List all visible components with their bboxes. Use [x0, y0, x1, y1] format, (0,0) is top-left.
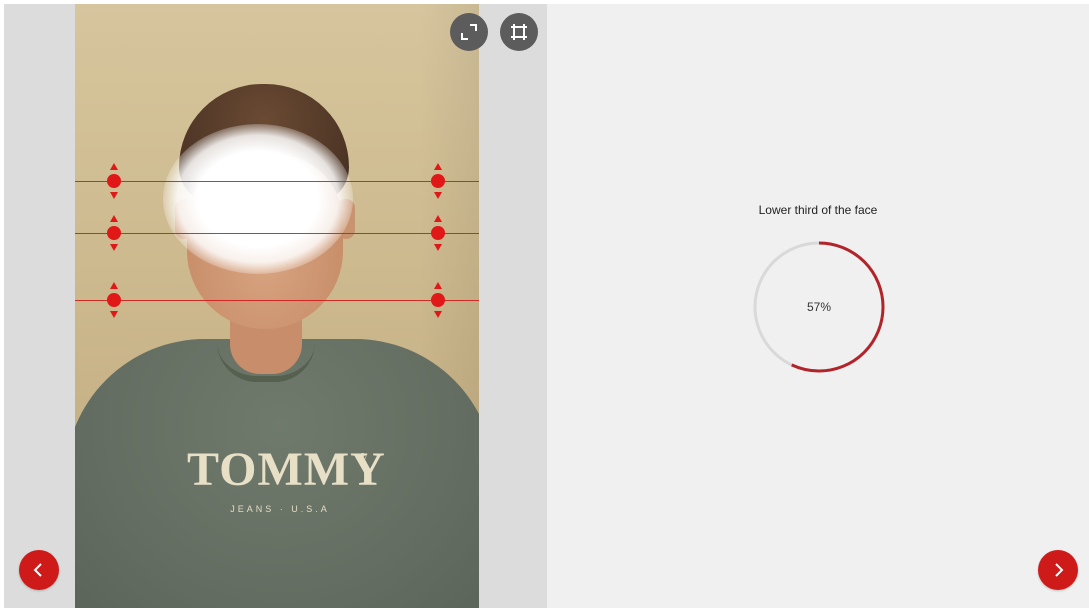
- drag-down-arrow-icon: [434, 244, 442, 251]
- measure-line-middle[interactable]: [75, 233, 479, 234]
- drag-up-arrow-icon: [434, 163, 442, 170]
- previous-button[interactable]: [19, 550, 59, 590]
- expand-button[interactable]: [450, 13, 488, 51]
- handle-dot: [431, 226, 445, 240]
- measure-line-top[interactable]: [75, 181, 479, 182]
- handle-dot: [107, 226, 121, 240]
- drag-up-arrow-icon: [434, 282, 442, 289]
- next-button[interactable]: [1038, 550, 1078, 590]
- face-blur-overlay: [163, 124, 353, 274]
- measure-handle-middle-right[interactable]: [431, 213, 445, 253]
- analysis-pane: Lower third of the face 57%: [547, 4, 1089, 608]
- handle-dot: [431, 293, 445, 307]
- shirt-logo: TOMMY: [187, 443, 386, 496]
- measure-handle-bottom-right[interactable]: [431, 280, 445, 320]
- photo-pane: TOMMY ® JEANS · U.S.A: [4, 4, 547, 608]
- drag-up-arrow-icon: [434, 215, 442, 222]
- drag-down-arrow-icon: [434, 311, 442, 318]
- handle-dot: [107, 293, 121, 307]
- measure-handle-top-left[interactable]: [107, 161, 121, 201]
- shirt-registered-mark: ®: [359, 452, 367, 463]
- gauge-value: 57%: [806, 300, 832, 314]
- crop-icon: [511, 24, 527, 40]
- drag-up-arrow-icon: [110, 215, 118, 222]
- drag-up-arrow-icon: [110, 282, 118, 289]
- chevron-left-icon: [33, 563, 42, 577]
- drag-down-arrow-icon: [110, 192, 118, 199]
- measure-handle-top-right[interactable]: [431, 161, 445, 201]
- app-window: TOMMY ® JEANS · U.S.A Lower third of the…: [0, 0, 1089, 608]
- chevron-right-icon: [1055, 563, 1064, 577]
- measure-line-bottom[interactable]: [75, 300, 479, 301]
- handle-dot: [107, 174, 121, 188]
- measure-handle-middle-left[interactable]: [107, 213, 121, 253]
- measure-handle-bottom-left[interactable]: [107, 280, 121, 320]
- crop-button[interactable]: [500, 13, 538, 51]
- drag-down-arrow-icon: [110, 244, 118, 251]
- drag-down-arrow-icon: [110, 311, 118, 318]
- expand-icon: [461, 24, 477, 40]
- portrait-photo: TOMMY ® JEANS · U.S.A: [75, 4, 479, 608]
- drag-up-arrow-icon: [110, 163, 118, 170]
- drag-down-arrow-icon: [434, 192, 442, 199]
- shirt-subtext: JEANS · U.S.A: [230, 504, 330, 514]
- handle-dot: [431, 174, 445, 188]
- analysis-title: Lower third of the face: [758, 203, 878, 217]
